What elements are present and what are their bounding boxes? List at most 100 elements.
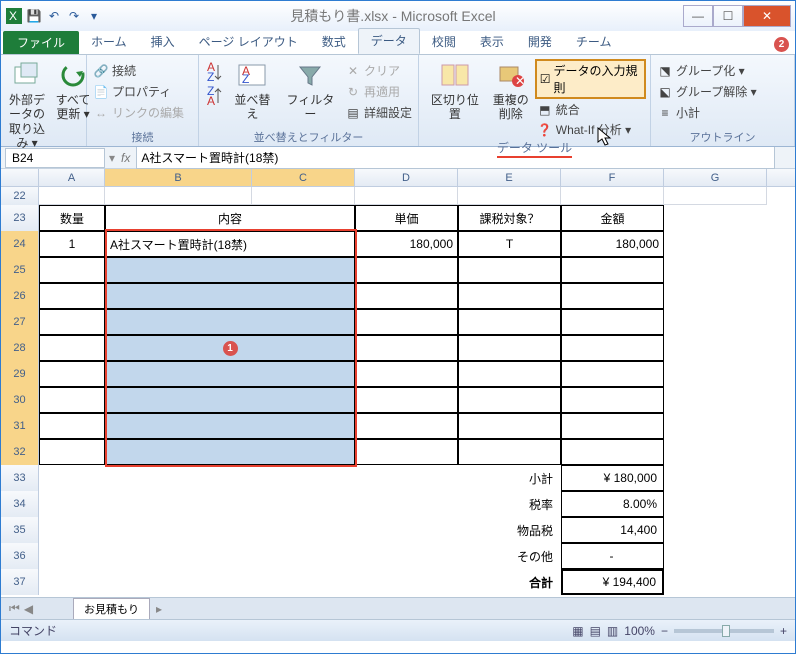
row-27[interactable]: 27 — [1, 309, 39, 335]
col-G[interactable]: G — [664, 169, 767, 186]
tab-nav-first-icon[interactable]: ⏮ — [9, 601, 20, 616]
sort-za-icon[interactable]: ZA — [205, 85, 223, 109]
cell-tax[interactable]: T — [458, 231, 561, 257]
excel-icon: X — [5, 7, 23, 25]
col-F[interactable]: F — [561, 169, 664, 186]
ungroup-button[interactable]: ⬕グループ解除 ▾ — [655, 82, 790, 101]
window-title: 見積もり書.xlsx - Microsoft Excel — [103, 6, 683, 26]
row-35[interactable]: 35 — [1, 517, 39, 543]
clear-filter-button[interactable]: ✕クリア — [343, 61, 414, 80]
row-28[interactable]: 28 — [1, 335, 39, 361]
tab-view[interactable]: 表示 — [468, 30, 516, 54]
group-datatools-label: データ ツール — [497, 141, 572, 158]
tab-review[interactable]: 校閲 — [420, 30, 468, 54]
undo-icon[interactable]: ↶ — [45, 7, 63, 25]
tab-formula[interactable]: 数式 — [310, 30, 358, 54]
other-label[interactable]: その他 — [458, 543, 561, 569]
rate-label[interactable]: 税率 — [458, 491, 561, 517]
tab-home[interactable]: ホーム — [79, 30, 139, 54]
svg-text:✕: ✕ — [515, 74, 525, 88]
zoom-in-icon[interactable]: + — [780, 624, 787, 638]
tax-value[interactable]: 14,400 — [561, 517, 664, 543]
reapply-button[interactable]: ↻再適用 — [343, 82, 414, 101]
row-25[interactable]: 25 — [1, 257, 39, 283]
tab-dev[interactable]: 開発 — [516, 30, 564, 54]
row-26[interactable]: 26 — [1, 283, 39, 309]
view-normal-icon[interactable]: ▦ — [572, 624, 583, 638]
properties-button[interactable]: 📄プロパティ — [91, 82, 194, 101]
tax-label[interactable]: 物品税 — [458, 517, 561, 543]
view-layout-icon[interactable]: ▤ — [590, 624, 601, 638]
row-24[interactable]: 24 — [1, 231, 39, 257]
row-30[interactable]: 30 — [1, 387, 39, 413]
minimize-button[interactable]: — — [683, 5, 713, 27]
save-icon[interactable]: 💾 — [25, 7, 43, 25]
rate-value[interactable]: 8.00% — [561, 491, 664, 517]
tab-file[interactable]: ファイル — [3, 31, 79, 54]
col-A[interactable]: A — [39, 169, 105, 186]
tab-scroll-icon[interactable]: ▸ — [156, 602, 162, 616]
subtotal-value[interactable]: ¥ 180,000 — [561, 465, 664, 491]
hdr-qty[interactable]: 数量 — [39, 205, 105, 231]
consolidate-button[interactable]: ⬒統合 — [535, 100, 646, 119]
row-36[interactable]: 36 — [1, 543, 39, 569]
redo-icon[interactable]: ↷ — [65, 7, 83, 25]
group-button[interactable]: ⬔グループ化 ▾ — [655, 61, 790, 80]
cell[interactable] — [39, 187, 105, 205]
group-outline-label: アウトライン — [655, 129, 790, 146]
fx-icon[interactable]: fx — [115, 151, 136, 165]
cell-content[interactable]: A社スマート置時計(18禁) — [105, 231, 355, 257]
tab-layout[interactable]: ページ レイアウト — [187, 30, 310, 54]
hdr-content[interactable]: 内容 — [105, 205, 355, 231]
edit-links-button[interactable]: ↔リンクの編集 — [91, 103, 194, 122]
sort-az-icon[interactable]: AZ — [205, 61, 223, 85]
cell-amount[interactable]: 180,000 — [561, 231, 664, 257]
row-34[interactable]: 34 — [1, 491, 39, 517]
row-32[interactable]: 32 — [1, 439, 39, 465]
hdr-amount[interactable]: 金額 — [561, 205, 664, 231]
svg-text:A: A — [207, 94, 215, 108]
col-E[interactable]: E — [458, 169, 561, 186]
sheet-tab[interactable]: お見積もり — [73, 598, 150, 619]
cell-qty[interactable]: 1 — [39, 231, 105, 257]
tab-insert[interactable]: 挿入 — [139, 30, 187, 54]
row-23[interactable]: 23 — [1, 205, 39, 231]
zoom-slider[interactable] — [674, 629, 774, 633]
subtotal-button[interactable]: ≡小計 — [655, 103, 790, 122]
hdr-unit[interactable]: 単価 — [355, 205, 458, 231]
close-button[interactable]: ✕ — [743, 5, 791, 27]
col-C[interactable]: C — [252, 169, 355, 186]
other-value[interactable]: - — [561, 543, 664, 569]
tab-nav-prev-icon[interactable]: ◀ — [24, 602, 33, 616]
text-to-columns-button[interactable]: 区切り位置 — [423, 57, 487, 124]
col-B[interactable]: B — [105, 169, 252, 186]
view-break-icon[interactable]: ▥ — [607, 624, 618, 638]
row-31[interactable]: 31 — [1, 413, 39, 439]
status-text: コマンド — [9, 622, 57, 639]
data-validation-button[interactable]: ☑データの入力規則 — [535, 59, 646, 99]
row-22[interactable]: 22 — [1, 187, 39, 205]
advanced-filter-button[interactable]: ▤詳細設定 — [343, 103, 414, 122]
total-value[interactable]: ¥ 194,400 — [561, 569, 664, 595]
filter-button[interactable]: フィルター — [280, 57, 341, 124]
connections-button[interactable]: 🔗接続 — [91, 61, 194, 80]
sort-button[interactable]: AZ 並べ替え — [227, 57, 278, 124]
maximize-button[interactable]: ☐ — [713, 5, 743, 27]
row-37[interactable]: 37 — [1, 569, 39, 595]
row-29[interactable]: 29 — [1, 361, 39, 387]
zoom-out-icon[interactable]: − — [661, 624, 668, 638]
qat-more-icon[interactable]: ▾ — [85, 7, 103, 25]
zoom-level[interactable]: 100% — [624, 624, 655, 638]
cell-unit[interactable]: 180,000 — [355, 231, 458, 257]
select-all[interactable] — [1, 169, 39, 186]
tab-team[interactable]: チーム — [564, 30, 624, 54]
hdr-tax[interactable]: 課税対象？ — [458, 205, 561, 231]
total-label[interactable]: 合計 — [458, 569, 561, 595]
external-data-button[interactable]: 外部データの 取り込み ▾ — [5, 57, 49, 153]
tab-data[interactable]: データ — [358, 28, 420, 54]
col-D[interactable]: D — [355, 169, 458, 186]
whatif-button[interactable]: ❓What-If 分析 ▾ — [535, 120, 646, 139]
row-33[interactable]: 33 — [1, 465, 39, 491]
subtotal-label[interactable]: 小計 — [458, 465, 561, 491]
remove-dup-button[interactable]: ✕ 重複の 削除 — [489, 57, 533, 124]
